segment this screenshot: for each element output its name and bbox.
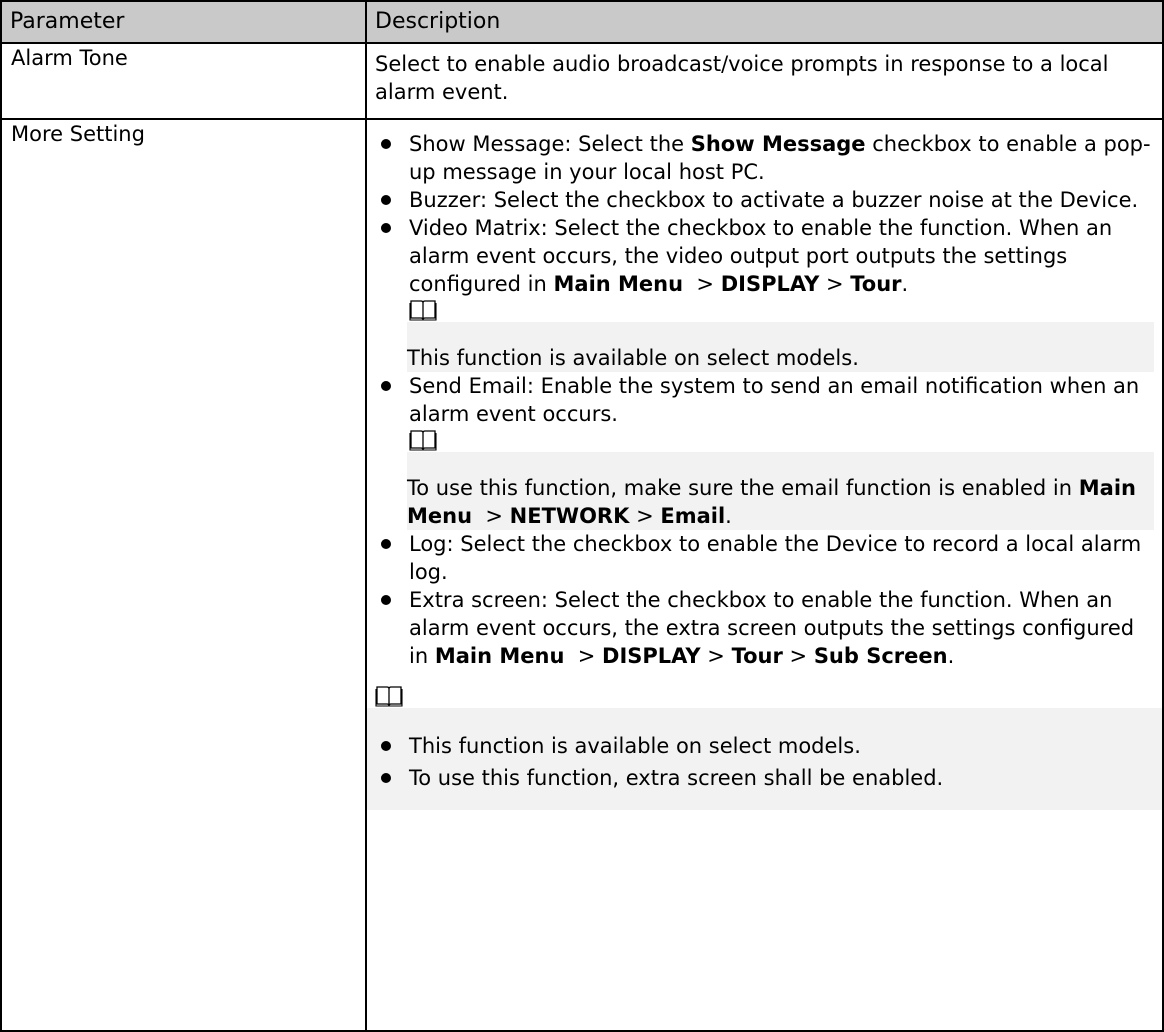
bullet-icon — [375, 186, 409, 214]
menu-path: DISPLAY — [602, 644, 701, 668]
note-list-item: To use this function, extra screen shall… — [375, 760, 1154, 792]
param-alarm-tone: Alarm Tone — [0, 42, 367, 120]
bullet-icon — [375, 530, 409, 558]
table-header-row: Parameter Description — [0, 0, 1164, 44]
menu-path: Sub Screen — [813, 644, 948, 668]
parameter-table: Parameter Description Alarm Tone Select … — [0, 0, 1164, 1032]
note-text: This function is available on select mod… — [407, 346, 859, 370]
bullet-icon — [375, 214, 409, 242]
book-note-icon — [409, 430, 437, 451]
desc-more-setting: Show Message: Select the Show Message ch… — [365, 118, 1164, 1032]
note-box: To use this function, make sure the emai… — [407, 452, 1154, 530]
menu-path: NETWORK — [509, 504, 630, 528]
note-box: This function is available on select mod… — [367, 708, 1162, 810]
desc-text: Select to enable audio broadcast/voice p… — [375, 52, 1109, 104]
item-text: Send Email: Enable the system to send an… — [409, 374, 1140, 426]
bullet-icon — [375, 732, 409, 760]
item-bold: Show Message — [690, 132, 866, 156]
item-text: Buzzer: Select the checkbox to activate … — [409, 188, 1139, 212]
book-note-icon — [375, 686, 403, 707]
book-note-icon — [409, 300, 437, 321]
note-text: To use this function, make sure the emai… — [407, 476, 1079, 500]
list-item: Video Matrix: Select the checkbox to ena… — [375, 214, 1154, 372]
list-item: Show Message: Select the Show Message ch… — [375, 130, 1154, 186]
list-item: Buzzer: Select the checkbox to activate … — [375, 186, 1154, 214]
param-more-setting: More Setting — [0, 118, 367, 1032]
desc-alarm-tone: Select to enable audio broadcast/voice p… — [365, 42, 1164, 120]
list-item: Extra screen: Select the checkbox to ena… — [375, 586, 1154, 670]
menu-path: DISPLAY — [720, 272, 820, 296]
note-box: This function is available on select mod… — [407, 322, 1154, 372]
list-item: Log: Select the checkbox to enable the D… — [375, 530, 1154, 586]
list-item: Send Email: Enable the system to send an… — [375, 372, 1154, 530]
bullet-icon — [375, 372, 409, 400]
note-list-item: This function is available on select mod… — [375, 732, 1154, 760]
bullet-icon — [375, 130, 409, 158]
menu-path: Main Menu — [553, 272, 684, 296]
item-text: Show Message: Select the — [409, 132, 691, 156]
item-text: Log: Select the checkbox to enable the D… — [409, 532, 1142, 584]
bullet-icon — [375, 586, 409, 614]
bullet-icon — [375, 764, 409, 792]
menu-path: Main Menu — [434, 644, 565, 668]
menu-path: Tour — [731, 644, 783, 668]
menu-path: Email — [660, 504, 726, 528]
note-text: To use this function, extra screen shall… — [409, 766, 944, 790]
table-row: More Setting Show Message: Select the Sh… — [0, 118, 1164, 1032]
note-text: This function is available on select mod… — [409, 734, 861, 758]
table-row: Alarm Tone Select to enable audio broadc… — [0, 42, 1164, 120]
header-description: Description — [365, 0, 1164, 44]
menu-path: Tour — [850, 272, 902, 296]
header-parameter: Parameter — [0, 0, 367, 44]
